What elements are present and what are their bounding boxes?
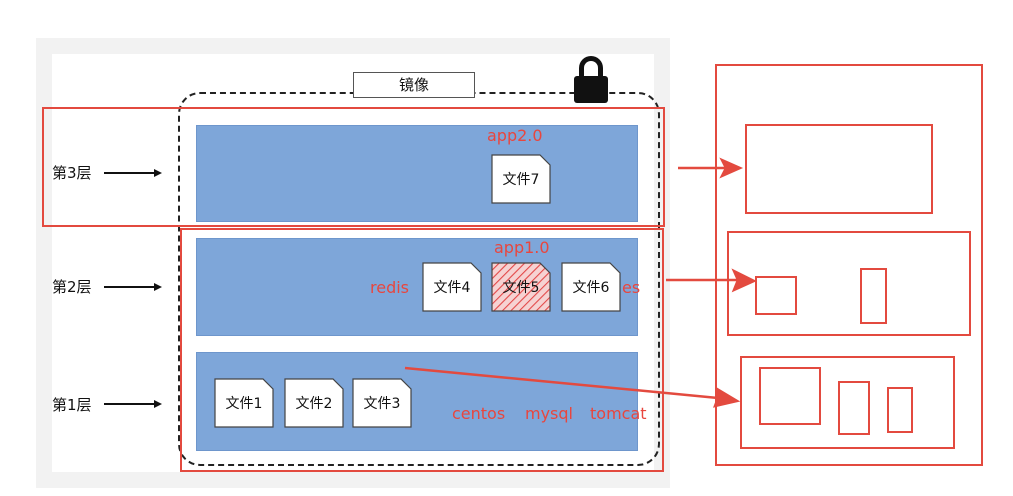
arrow-right-icon bbox=[731, 268, 757, 293]
arrow-right-icon bbox=[713, 386, 741, 408]
red-arrows bbox=[404, 157, 757, 408]
arrow-layer-1 bbox=[404, 366, 719, 400]
arrow-right-icon bbox=[719, 157, 744, 179]
